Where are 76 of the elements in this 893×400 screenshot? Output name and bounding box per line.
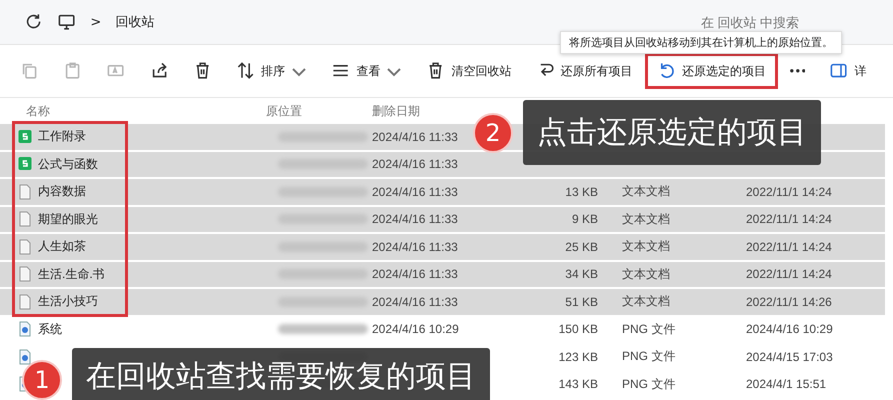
- type-cell-text: PNG 文件: [621, 376, 676, 393]
- size-cell-text: 25 KB: [564, 240, 599, 254]
- file-name: 公式与函数: [38, 156, 98, 173]
- date-cell-text: 2024/4/16 11:33: [371, 294, 458, 309]
- file-name: 期望的眼光: [38, 210, 98, 228]
- size-cell-text: 34 KB: [564, 267, 599, 282]
- breadcrumb-separator: >: [90, 14, 102, 30]
- file-name: 生活小技巧: [38, 293, 98, 310]
- file-row[interactable]: 期望的眼光 2024/4/16 11:33 9 KB 文本文档 2022/11/1 14:24: [0, 206, 885, 234]
- size-cell-text: 123 KB: [558, 350, 599, 364]
- clipboard-icon: [63, 61, 82, 81]
- toolbar-button[interactable]: 还原选定的项目: [646, 55, 776, 87]
- date-cell-text: 2024/4/16 11:33: [371, 267, 458, 282]
- sort-icon: [236, 61, 256, 81]
- instruction-tooltip: 在回收站查找需要恢复的项目: [72, 348, 490, 400]
- toolbar-button[interactable]: 还原所有项目: [526, 55, 643, 87]
- instruction-tooltip: 点击还原选定的项目: [523, 100, 821, 165]
- date-cell-text: 2022/11/1 14:24: [745, 267, 833, 282]
- document-icon: [18, 238, 32, 255]
- type-cell-text: 文本文档: [621, 183, 671, 200]
- step-badge: 2: [473, 112, 513, 152]
- size-cell-text: 51 KB: [564, 294, 599, 309]
- type-cell-text: 文本文档: [621, 238, 671, 256]
- size-cell-text: 143 KB: [558, 377, 599, 392]
- toolbar-button[interactable]: 清空回收站: [416, 55, 522, 87]
- file-row[interactable]: 系统 2024/4/16 10:29 150 KB PNG 文件 2024/4/16 10:29: [0, 316, 885, 344]
- menu-button[interactable]: 排序: [226, 55, 318, 87]
- breadcrumb-item[interactable]: 回收站: [115, 13, 154, 31]
- spreadsheet-file-icon: [18, 128, 32, 145]
- date-cell-text: 2024/4/16 10:29: [371, 322, 459, 336]
- type-cell-text: 文本文档: [621, 293, 671, 310]
- date-cell-text: 2024/4/15 17:03: [745, 350, 834, 364]
- file-name: 生活.生命.书: [38, 266, 105, 283]
- menu-button[interactable]: 查看: [321, 55, 412, 87]
- date-cell-text: 2022/11/1 14:26: [745, 294, 833, 309]
- file-row[interactable]: 生活小技巧 2024/4/16 11:33 51 KB 文本文档 2022/11/1 14:26: [0, 289, 885, 316]
- date-cell-text: 2024/4/16 11:33: [371, 157, 458, 172]
- file-name: 工作附录: [38, 128, 86, 146]
- date-cell-text: 2022/11/1 14:24: [745, 184, 833, 199]
- document-icon: [18, 184, 32, 200]
- document-icon: [18, 294, 32, 310]
- image-file-icon: [18, 348, 32, 365]
- type-cell-text: 文本文档: [621, 210, 671, 228]
- document-icon: [18, 211, 32, 228]
- file-name: 系统: [38, 320, 62, 338]
- image-file-icon: [18, 321, 32, 338]
- date-cell-text: 2022/11/1 14:24: [745, 240, 833, 254]
- date-cell-text: 2024/4/16 11:33: [371, 130, 458, 144]
- spreadsheet-file-icon: [18, 156, 32, 172]
- size-cell-text: 150 KB: [558, 322, 599, 336]
- type-cell-text: PNG 文件: [621, 320, 676, 338]
- column-header[interactable]: 原位置: [252, 102, 368, 120]
- search-field[interactable]: 在 回收站 中搜索: [699, 14, 893, 30]
- file-row[interactable]: 内容数据 2024/4/16 11:33 13 KB 文本文档 2022/11/1 14:24: [0, 179, 885, 206]
- date-cell-text: 2024/4/16 10:29: [745, 322, 834, 336]
- size-cell-text: 13 KB: [564, 184, 599, 199]
- toolbar-button[interactable]: 详: [819, 55, 877, 87]
- step-badge: 1: [22, 360, 62, 400]
- file-row[interactable]: 生活.生命.书 2024/4/16 11:33 34 KB 文本文档 2022/11/1 14:24: [0, 262, 885, 289]
- document-icon: [18, 266, 32, 282]
- size-cell-text: 9 KB: [570, 212, 599, 226]
- column-header[interactable]: 名称: [12, 102, 252, 120]
- file-name: 人生如茶: [38, 238, 86, 256]
- copy-icon: [20, 61, 40, 81]
- date-cell-text: 2024/4/16 11:33: [371, 240, 458, 254]
- tooltip: 将所选项目从回收站移动到其在计算机上的原始位置。: [560, 31, 842, 54]
- date-cell-text: 2024/4/16 11:33: [371, 212, 458, 226]
- more-icon: [790, 69, 806, 73]
- date-cell-text: 2022/11/1 14:24: [745, 212, 833, 226]
- type-cell-text: PNG 文件: [621, 348, 676, 366]
- file-row[interactable]: 人生如茶 2024/4/16 11:33 25 KB 文本文档 2022/11/1 14:24: [0, 234, 885, 262]
- date-cell-text: 2024/4/1 15:51: [745, 377, 828, 392]
- type-cell-text: 文本文档: [621, 266, 671, 283]
- file-name: 内容数据: [38, 183, 86, 200]
- date-cell-text: 2024/4/16 11:33: [371, 184, 458, 199]
- monitor-icon: [57, 12, 76, 32]
